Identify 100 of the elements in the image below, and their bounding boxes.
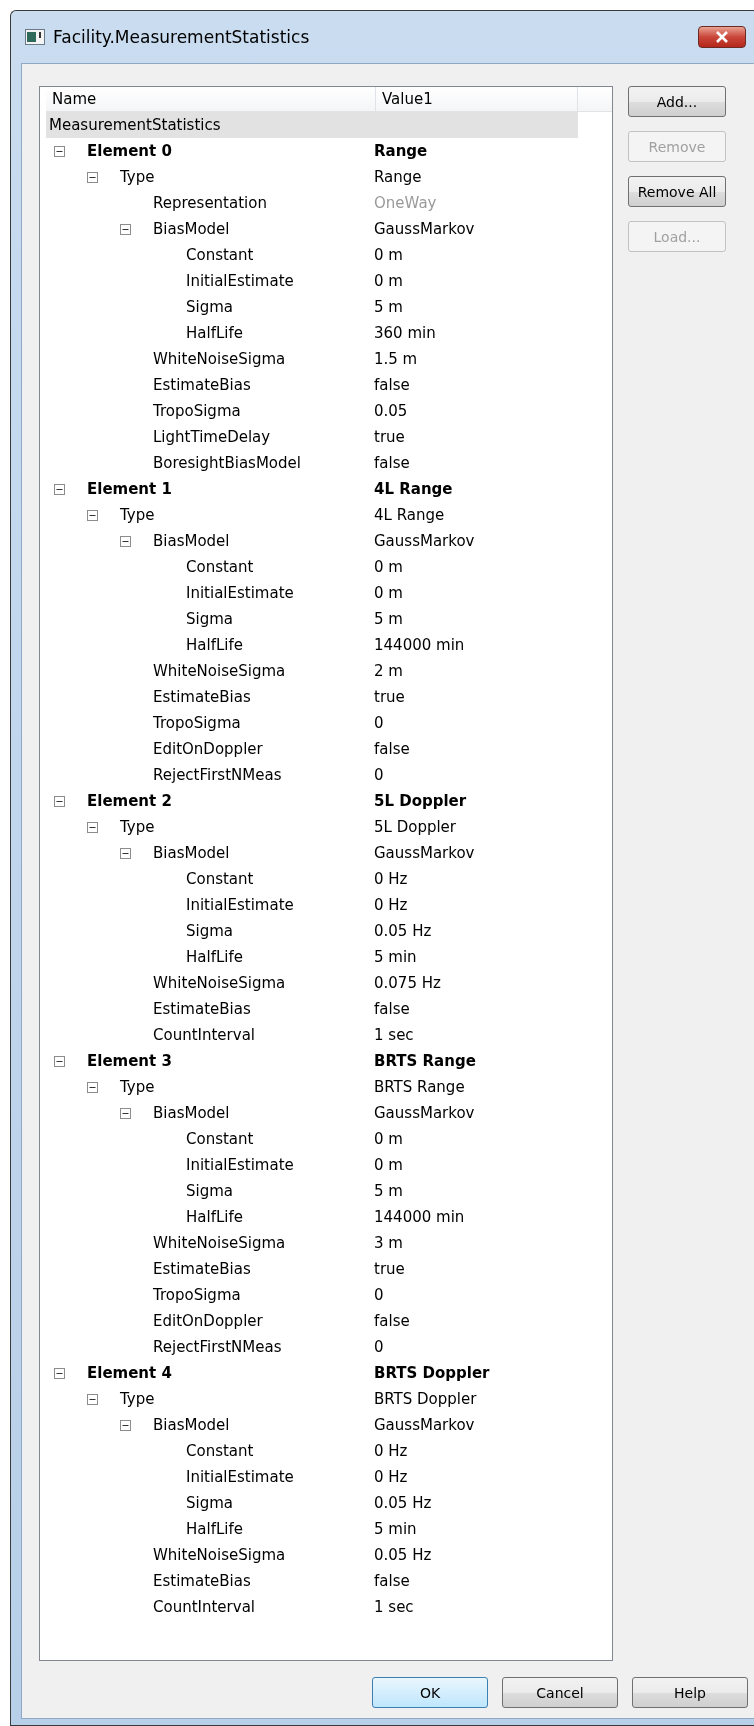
node-name: Constant	[186, 870, 254, 888]
node-value: 1 sec	[374, 1598, 414, 1616]
node-name: Constant	[186, 1442, 254, 1460]
node-value: true	[374, 1260, 405, 1278]
node-value: 5L Doppler	[374, 818, 456, 836]
node-value: 0 m	[374, 272, 403, 290]
collapse-icon[interactable]	[120, 847, 131, 859]
node-value: 0.05 Hz	[374, 1546, 432, 1564]
collapse-icon[interactable]	[54, 795, 65, 807]
collapse-icon[interactable]	[120, 1419, 131, 1431]
node-value: GaussMarkov	[374, 1416, 475, 1434]
node-name: TropoSigma	[153, 714, 241, 732]
node-value: 0 Hz	[374, 1468, 408, 1486]
side-button[interactable]: Remove All	[628, 176, 726, 207]
collapse-icon[interactable]	[87, 821, 98, 833]
node-name: EditOnDoppler	[153, 1312, 263, 1330]
collapse-icon[interactable]	[120, 535, 131, 547]
node-value: GaussMarkov	[374, 220, 475, 238]
node-value: 0 m	[374, 1130, 403, 1148]
node-value: 0 m	[374, 558, 403, 576]
node-name: WhiteNoiseSigma	[153, 662, 286, 680]
collapse-icon[interactable]	[54, 483, 65, 495]
node-name: EstimateBias	[153, 376, 251, 394]
node-value: 144000 min	[374, 636, 465, 654]
node-name: WhiteNoiseSigma	[153, 974, 286, 992]
node-name: BiasModel	[153, 844, 230, 862]
node-name: CountInterval	[153, 1026, 255, 1044]
node-name: HalfLife	[186, 1208, 243, 1226]
node-name: EditOnDoppler	[153, 740, 263, 758]
window-title: Facility.MeasurementStatistics	[53, 27, 311, 47]
node-value: false	[374, 740, 410, 758]
collapse-icon[interactable]	[87, 1081, 98, 1093]
node-name: Type	[120, 1078, 155, 1096]
node-name: Constant	[186, 246, 254, 264]
root-node[interactable]: MeasurementStatistics	[46, 112, 578, 138]
node-value: 0	[374, 1338, 384, 1356]
close-button[interactable]	[698, 26, 746, 48]
node-value: 3 m	[374, 1234, 403, 1252]
node-value: false	[374, 376, 410, 394]
collapse-icon[interactable]	[87, 509, 98, 521]
node-name: Element 4	[87, 1364, 172, 1382]
dialog-button[interactable]: Help	[632, 1677, 748, 1708]
node-name: TropoSigma	[153, 1286, 241, 1304]
node-value: 5L Doppler	[374, 792, 467, 810]
node-name: Sigma	[186, 298, 233, 316]
dialog-button[interactable]: Cancel	[502, 1677, 618, 1708]
node-name: EstimateBias	[153, 1260, 251, 1278]
node-name: Type	[120, 1390, 155, 1408]
node-value: 5 min	[374, 1520, 417, 1538]
node-name: BiasModel	[153, 532, 230, 550]
collapse-icon[interactable]	[87, 1393, 98, 1405]
collapse-icon[interactable]	[54, 145, 65, 157]
node-value: 0	[374, 766, 384, 784]
node-name: BiasModel	[153, 220, 230, 238]
node-value: 0.05 Hz	[374, 1494, 432, 1512]
column-header[interactable]: Name	[46, 87, 376, 111]
collapse-icon[interactable]	[87, 171, 98, 183]
window-icon	[25, 29, 45, 45]
node-name: EstimateBias	[153, 1000, 251, 1018]
node-name: WhiteNoiseSigma	[153, 1546, 286, 1564]
node-name: Sigma	[186, 1494, 233, 1512]
node-name: EstimateBias	[153, 1572, 251, 1590]
node-value: true	[374, 428, 405, 446]
node-value: 5 m	[374, 610, 403, 628]
node-name: Sigma	[186, 922, 233, 940]
node-name: CountInterval	[153, 1598, 255, 1616]
dialog-button[interactable]: OK	[372, 1677, 488, 1708]
node-value: 2 m	[374, 662, 403, 680]
collapse-icon[interactable]	[54, 1367, 65, 1379]
node-name: Type	[120, 506, 155, 524]
node-name: HalfLife	[186, 636, 243, 654]
node-name: BiasModel	[153, 1416, 230, 1434]
node-value: 1.5 m	[374, 350, 418, 368]
node-name: RejectFirstNMeas	[153, 1338, 282, 1356]
side-button[interactable]: Add...	[628, 86, 726, 117]
collapse-icon[interactable]	[120, 1107, 131, 1119]
node-value: false	[374, 454, 410, 472]
node-name: Type	[120, 168, 155, 186]
node-value: Range	[374, 142, 428, 160]
node-value: 0 Hz	[374, 896, 408, 914]
node-name: BoresightBiasModel	[153, 454, 301, 472]
node-value: 5 m	[374, 1182, 403, 1200]
node-value: Range	[374, 168, 422, 186]
collapse-icon[interactable]	[54, 1055, 65, 1067]
node-name: Element 1	[87, 480, 172, 498]
node-value: BRTS Doppler	[374, 1390, 477, 1408]
column-header[interactable]: Value1	[376, 87, 578, 111]
node-value: 0.05 Hz	[374, 922, 432, 940]
collapse-icon[interactable]	[120, 223, 131, 235]
node-name: Representation	[153, 194, 267, 212]
node-name: Element 0	[87, 142, 172, 160]
node-value: false	[374, 1312, 410, 1330]
node-value: GaussMarkov	[374, 1104, 475, 1122]
node-name: InitialEstimate	[186, 272, 294, 290]
node-value: OneWay	[374, 194, 437, 212]
node-name: Element 3	[87, 1052, 172, 1070]
node-value: 0.05	[374, 402, 408, 420]
node-name: TropoSigma	[153, 402, 241, 420]
node-value: 0 m	[374, 246, 403, 264]
close-icon	[715, 31, 729, 43]
